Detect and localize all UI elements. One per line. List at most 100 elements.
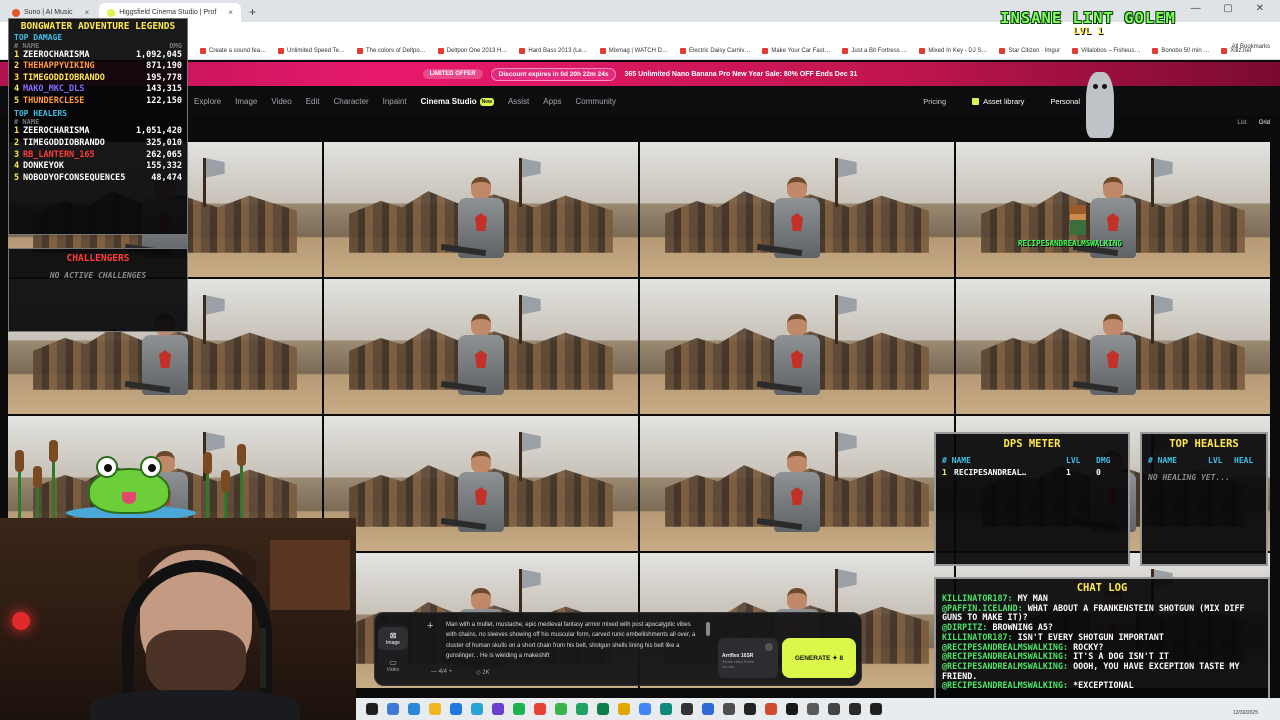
nav-item[interactable]: Edit: [306, 97, 320, 106]
generated-image[interactable]: [956, 142, 1270, 277]
generated-image[interactable]: [324, 416, 638, 551]
generated-image[interactable]: [640, 279, 954, 414]
taskbar-app-icon[interactable]: [807, 703, 819, 715]
bookmark-item[interactable]: The colors of Deltpo…: [356, 47, 426, 54]
bookmark-item[interactable]: Create a sound fea…: [200, 47, 267, 54]
taskbar-app-icon[interactable]: [828, 703, 840, 715]
bookmark-item[interactable]: Mixed In Key - DJ S…: [919, 47, 987, 54]
tab-close-icon[interactable]: ×: [228, 8, 233, 17]
chat-username: @RECIPESANDREALMSWALKING:: [942, 641, 1069, 652]
pricing-link[interactable]: Pricing: [923, 97, 946, 106]
all-bookmarks-button[interactable]: All Bookmarks: [1232, 44, 1270, 50]
bookmark-item[interactable]: Hard Bass 2013 (Le…: [519, 47, 588, 54]
taskbar-app-icon[interactable]: [723, 703, 735, 715]
bookmark-item[interactable]: Deltpon One 2013 H…: [437, 47, 507, 54]
rank: 2: [14, 138, 20, 149]
taskbar-app-icon[interactable]: [849, 703, 861, 715]
player-name: RB_LANTERN_165: [23, 149, 95, 160]
nav-item-label: Explore: [194, 96, 222, 106]
bookmark-item[interactable]: Villalobos – Fisheus…: [1072, 47, 1140, 54]
bookmark-item[interactable]: Make Your Car Fast…: [762, 47, 830, 54]
nav-item[interactable]: Image: [235, 97, 257, 106]
nav-item[interactable]: Apps: [543, 97, 561, 106]
taskbar-app-icon[interactable]: [765, 703, 777, 715]
dmg-column: DMG: [169, 41, 182, 50]
generated-image[interactable]: [640, 416, 954, 551]
bookmark-item[interactable]: Mixmag | WATCH D…: [599, 47, 668, 54]
resolution-selector[interactable]: ◇ 2K: [476, 669, 490, 676]
taskbar-app-icon[interactable]: [366, 703, 378, 715]
chat-text: *EXCEPTIONAL: [1073, 680, 1134, 691]
taskbar-app-icon[interactable]: [597, 703, 609, 715]
bookmark-item[interactable]: Just a Bit Fortress …: [842, 47, 907, 54]
nav-item[interactable]: Explore: [194, 97, 221, 106]
tab-close-icon[interactable]: ×: [85, 8, 90, 17]
bookmark-item[interactable]: Bonobo 50 min …: [1152, 47, 1209, 54]
taskbar-app-icon[interactable]: [408, 703, 420, 715]
bookmark-item[interactable]: Star Citizen · Imgur: [999, 47, 1060, 54]
nav-item[interactable]: Character: [333, 97, 368, 106]
challengers-empty: NO ACTIVE CHALLENGES: [49, 271, 147, 280]
prompt-input[interactable]: Man with a mullet, mustache, epic mediev…: [446, 620, 698, 664]
nav-item[interactable]: Assist: [508, 97, 529, 106]
view-grid-button[interactable]: Grid: [1259, 120, 1270, 126]
asset-library-button[interactable]: Asset library: [983, 97, 1024, 106]
mode-video-button[interactable]: ▭ Video: [378, 654, 408, 677]
rank: 5: [14, 95, 20, 106]
taskbar-app-icon[interactable]: [513, 703, 525, 715]
chat-text: MY MAN: [1017, 593, 1048, 603]
taskbar-app-icon[interactable]: [492, 703, 504, 715]
score-value: 195,778: [146, 72, 182, 83]
remove-model-icon[interactable]: [765, 643, 773, 651]
player-sprite: [1070, 205, 1086, 235]
bookmark-label: Unlimited Speed Te…: [287, 47, 345, 54]
new-tab-button[interactable]: +: [243, 3, 262, 22]
damage-list: 1 ZEEROCHARISMA 1,092,045 2 THEHAPPYVIKING 87…: [14, 50, 182, 108]
bookmark-item[interactable]: Unlimited Speed Te…: [278, 47, 345, 54]
taskbar-app-icon[interactable]: [387, 703, 399, 715]
mode-image-button[interactable]: ⊠ Image: [378, 627, 408, 650]
view-list-button[interactable]: List: [1237, 120, 1246, 126]
taskbar-app-icon[interactable]: [555, 703, 567, 715]
nav-item[interactable]: Community: [576, 97, 616, 106]
add-reference-button[interactable]: +: [427, 620, 433, 632]
top-healers-header: TOP HEALERS: [14, 109, 67, 119]
bookmark-label: Create a sound fea…: [209, 47, 267, 54]
workspace-selector[interactable]: Personal: [1050, 97, 1080, 106]
rank: 3: [14, 72, 20, 83]
dps-rank: 1: [942, 468, 947, 477]
generated-image[interactable]: [956, 279, 1270, 414]
bookmark-item[interactable]: Electric Daisy Carniv…: [679, 47, 750, 54]
nav-item[interactable]: Video: [271, 97, 291, 106]
taskbar-app-icon[interactable]: [702, 703, 714, 715]
generated-image[interactable]: [324, 279, 638, 414]
nav-item-label: Assist: [507, 96, 530, 106]
generate-button[interactable]: GENERATE ✦ 8: [782, 638, 856, 678]
taskbar-app-icon[interactable]: [534, 703, 546, 715]
prompt-scrollbar[interactable]: [706, 622, 710, 658]
generated-image[interactable]: [324, 142, 638, 277]
taskbar-app-icon[interactable]: [639, 703, 651, 715]
taskbar-app-icon[interactable]: [618, 703, 630, 715]
camera-model-card[interactable]: Arriflex 16SR 35mm Ultra Prime 24 mm: [718, 638, 778, 678]
taskbar-app-icon[interactable]: [744, 703, 756, 715]
taskbar-app-icon[interactable]: [429, 703, 441, 715]
chat-username: KILLINATOR187:: [942, 631, 1013, 642]
discount-timer: Discount expires in 0d 20h 22m 24s: [490, 67, 617, 81]
batch-count[interactable]: — 4/4 +: [431, 669, 452, 675]
taskbar-app-icon[interactable]: [786, 703, 798, 715]
taskbar-app-icon[interactable]: [660, 703, 672, 715]
taskbar-app-icon[interactable]: [471, 703, 483, 715]
nav-item[interactable]: Cinema Studio New: [421, 97, 494, 106]
mode-video-label: Video: [386, 667, 400, 673]
taskbar-app-icon[interactable]: [450, 703, 462, 715]
model-focal: 24 mm: [722, 664, 735, 669]
taskbar-app-icon[interactable]: [576, 703, 588, 715]
generated-image[interactable]: [640, 142, 954, 277]
nav-item[interactable]: Inpaint: [383, 97, 407, 106]
taskbar-app-icon[interactable]: [870, 703, 882, 715]
taskbar-app-icon[interactable]: [681, 703, 693, 715]
top-damage-header: TOP DAMAGE: [14, 32, 63, 42]
chat-username: @RECIPESANDREALMSWALKING:: [942, 651, 1069, 662]
leaderboard-row: 4 MAKO_MKC_DLS 143,315: [14, 84, 182, 96]
